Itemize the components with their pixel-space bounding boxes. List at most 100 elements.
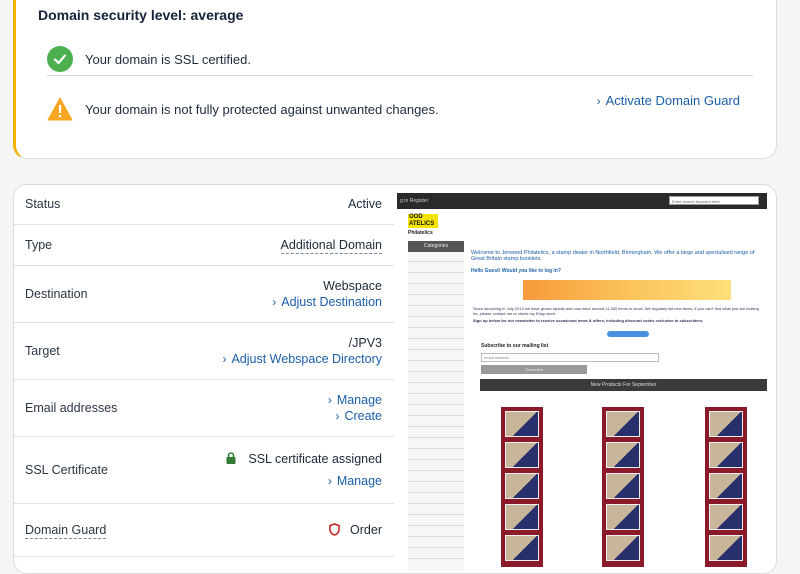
preview-sidebar-divider xyxy=(408,426,464,427)
ssl-row: SSL Certificate SSL certificate assigned… xyxy=(14,437,394,504)
preview-sidebar-divider xyxy=(408,437,464,438)
chevron-right-icon: › xyxy=(327,474,332,488)
email-create-link[interactable]: › Create xyxy=(328,408,382,424)
chevron-right-icon: › xyxy=(272,295,277,309)
preview-sidebar-divider xyxy=(408,525,464,526)
domain-guard-row: Domain Guard Order xyxy=(14,504,394,557)
preview-stamp xyxy=(606,473,640,499)
activate-domain-guard-link[interactable]: › Activate Domain Guard xyxy=(597,93,740,108)
chevron-right-icon: › xyxy=(327,393,332,407)
chevron-right-icon: › xyxy=(596,94,601,108)
ssl-status-row: Your domain is SSL certified. xyxy=(47,46,755,72)
preview-sidebar-divider xyxy=(408,536,464,537)
email-manage-link[interactable]: › Manage xyxy=(328,392,382,408)
preview-sidebar-divider xyxy=(408,448,464,449)
preview-stamp xyxy=(709,535,743,561)
adjust-destination-link[interactable]: › Adjust Destination xyxy=(272,294,382,310)
domain-guard-label[interactable]: Domain Guard xyxy=(25,523,107,539)
preview-sidebar-divider xyxy=(408,338,464,339)
preview-logo-sub: Philatelics xyxy=(408,230,433,236)
preview-sidebar-divider xyxy=(408,272,464,273)
preview-sidebar-divider xyxy=(408,470,464,471)
lock-icon xyxy=(226,452,236,464)
checkmark-circle-icon xyxy=(47,46,73,72)
preview-top-bar: g to Register Enter search keyword here xyxy=(397,193,767,209)
type-value[interactable]: Additional Domain xyxy=(280,238,382,254)
shield-icon xyxy=(329,523,340,536)
email-row: Email addresses › Manage › Create xyxy=(14,380,394,437)
target-row: Target /JPV3 › Adjust Webspace Directory xyxy=(14,323,394,380)
preview-stamp xyxy=(505,535,539,561)
preview-stamp-booklet xyxy=(501,407,543,567)
preview-hello-text: Hello Guest! Would you like to log in? xyxy=(471,268,561,274)
preview-stamp xyxy=(709,442,743,468)
preview-banner xyxy=(523,280,731,300)
preview-sidebar-divider xyxy=(408,514,464,515)
target-label: Target xyxy=(25,344,60,358)
preview-sidebar-divider xyxy=(408,371,464,372)
chevron-right-icon: › xyxy=(335,409,340,423)
ssl-manage-link[interactable]: › Manage xyxy=(226,473,382,489)
destination-row: Destination Webspace › Adjust Destination xyxy=(14,266,394,323)
adjust-webspace-directory-link[interactable]: › Adjust Webspace Directory xyxy=(222,351,382,367)
preview-sidebar-divider xyxy=(408,305,464,306)
ssl-values: SSL certificate assigned › Manage xyxy=(226,451,382,489)
ssl-message: Your domain is SSL certified. xyxy=(85,51,251,67)
preview-sidebar-divider xyxy=(408,316,464,317)
preview-sidebar-divider xyxy=(408,503,464,504)
preview-sidebar-divider xyxy=(408,404,464,405)
domain-security-card: Domain security level: average Your doma… xyxy=(13,0,777,159)
preview-sidebar-divider xyxy=(408,283,464,284)
preview-stamp xyxy=(606,504,640,530)
order-domain-guard-link[interactable]: Order xyxy=(329,523,382,537)
target-value: /JPV3 xyxy=(348,336,382,350)
domain-details-card: Status Active Type Additional Domain Des… xyxy=(13,184,777,574)
security-level-title: Domain security level: average xyxy=(38,7,244,23)
type-row: Type Additional Domain xyxy=(14,225,394,266)
preview-sidebar-divider xyxy=(408,415,464,416)
preview-stamp xyxy=(709,411,743,437)
target-values: /JPV3 › Adjust Webspace Directory xyxy=(222,335,382,367)
preview-stamp xyxy=(505,442,539,468)
preview-sidebar-divider xyxy=(408,547,464,548)
preview-sidebar-divider xyxy=(408,360,464,361)
preview-stamp xyxy=(606,535,640,561)
preview-sidebar xyxy=(408,241,464,571)
preview-sidebar-divider xyxy=(408,393,464,394)
chevron-right-icon: › xyxy=(222,352,227,366)
status-label: Status xyxy=(25,197,61,211)
preview-stamp xyxy=(606,411,640,437)
preview-sidebar-divider xyxy=(408,349,464,350)
status-row: Status Active xyxy=(14,185,394,225)
divider xyxy=(47,75,753,76)
preview-sidebar-divider xyxy=(408,261,464,262)
guard-message: Your domain is not fully protected again… xyxy=(85,101,439,117)
destination-values: Webspace › Adjust Destination xyxy=(272,278,382,310)
preview-categories-header: Categories xyxy=(408,241,464,252)
preview-stamp-booklet xyxy=(705,407,747,567)
website-preview-image: g to Register Enter search keyword here … xyxy=(397,193,767,571)
preview-sidebar-divider xyxy=(408,558,464,559)
preview-since-text: Since launching in July 2013 we have gro… xyxy=(473,306,759,316)
email-label: Email addresses xyxy=(25,401,118,415)
preview-sidebar-divider xyxy=(408,327,464,328)
ssl-assigned: SSL certificate assigned xyxy=(226,451,382,467)
preview-email-input: email address xyxy=(481,353,659,362)
preview-stamp xyxy=(709,473,743,499)
preview-stamp-booklet xyxy=(602,407,644,567)
preview-search-input: Enter search keyword here xyxy=(669,196,759,205)
preview-stamp xyxy=(505,473,539,499)
preview-new-products-bar: New Products For September xyxy=(480,379,767,391)
preview-follow-button xyxy=(607,331,649,337)
preview-stamp xyxy=(505,411,539,437)
type-label: Type xyxy=(25,238,53,252)
preview-sidebar-divider xyxy=(408,382,464,383)
ssl-label: SSL Certificate xyxy=(25,463,108,477)
preview-sidebar-divider xyxy=(408,459,464,460)
status-value: Active xyxy=(347,197,382,211)
destination-value: Webspace xyxy=(323,279,382,293)
preview-signup-text: Sign up below for our newsletter to rece… xyxy=(473,318,704,323)
preview-welcome-text: Welcome to Jerwood Philatelics, a stamp … xyxy=(471,250,755,262)
preview-subscribe-button: Subscribe xyxy=(481,365,587,374)
preview-stamp xyxy=(709,504,743,530)
